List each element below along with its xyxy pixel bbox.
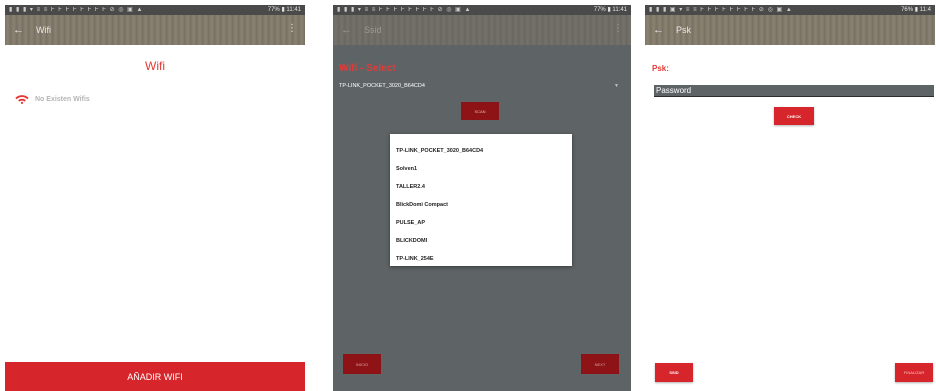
status-bar: ▮ ▮ ▮ ▣ ▾ ≡ ≡ F F F F F F F F ⊘ ◎ ▣ ▲ 76… [645, 5, 935, 15]
battery-icon: ▮ [914, 7, 919, 13]
more-vert-icon[interactable]: ⋮ [613, 23, 623, 34]
network-select[interactable]: TP-LINK_POCKET_3020_B64CD4 ▼ [339, 83, 625, 89]
clock: 11:41 [286, 7, 301, 13]
network-item[interactable]: TALLER2.4 [390, 178, 572, 196]
page-title: Wifi - Select [339, 63, 396, 74]
empty-state: No Existen Wifis [15, 94, 90, 104]
appbar-title: Wifi [36, 25, 51, 35]
wifi-icon [15, 95, 29, 104]
notification-icons: ▮ ▮ ▮ ▾ ≡ ≡ F F F F F F F F ⊘ ◎ ▣ ▲ [337, 7, 472, 13]
clock: 11:41 [612, 7, 627, 13]
app-bar: ← Wifi ⋮ [5, 15, 305, 45]
notification-icons: ▮ ▮ ▮ ▣ ▾ ≡ ≡ F F F F F F F F ⊘ ◎ ▣ ▲ [649, 7, 793, 13]
inicio-button[interactable]: INICIO [343, 354, 381, 374]
notification-icons: ▮ ▮ ▮ ▾ ≡ ≡ F F F F F F F F ⊘ ◎ ▣ ▲ [9, 7, 144, 13]
battery-level: 76% [901, 7, 914, 13]
network-list-dialog: TP-LINK_POCKET_3020_B64CD4 Solven1 TALLE… [390, 134, 572, 266]
app-bar: ← Psk [645, 15, 935, 45]
status-right: 76% ▮ 11:4 [901, 5, 931, 15]
wifi-screen: ▮ ▮ ▮ ▾ ≡ ≡ F F F F F F F F ⊘ ◎ ▣ ▲ 77% … [5, 5, 305, 391]
empty-state-text: No Existen Wifis [35, 95, 90, 103]
network-item[interactable]: BlickDomi Compact [390, 196, 572, 214]
arrow-left-icon[interactable]: ← [341, 24, 352, 36]
clock: 11:4 [919, 7, 931, 13]
next-button[interactable]: NEXT [581, 354, 619, 374]
finalizar-button[interactable]: FINALIZAR [895, 363, 933, 382]
check-button[interactable]: CHECK [774, 107, 814, 125]
more-vert-icon[interactable]: ⋮ [287, 23, 297, 34]
network-item[interactable]: BLICKDOMI [390, 232, 572, 250]
status-right: 77% ▮ 11:41 [594, 5, 627, 15]
arrow-left-icon[interactable]: ← [653, 24, 664, 36]
network-item[interactable]: Solven1 [390, 160, 572, 178]
password-field[interactable] [654, 85, 934, 97]
psk-screen: ▮ ▮ ▮ ▣ ▾ ≡ ≡ F F F F F F F F ⊘ ◎ ▣ ▲ 76… [645, 5, 935, 391]
arrow-left-icon[interactable]: ← [13, 24, 24, 36]
network-item[interactable]: TP-LINK_POCKET_3020_B64CD4 [390, 142, 572, 160]
battery-icon: ▮ [607, 7, 611, 13]
add-wifi-button[interactable]: AÑADIR WIFI [5, 362, 305, 391]
psk-label: Psk: [652, 64, 669, 73]
status-bar: ▮ ▮ ▮ ▾ ≡ ≡ F F F F F F F F ⊘ ◎ ▣ ▲ 77% … [5, 5, 305, 15]
selected-network: TP-LINK_POCKET_3020_B64CD4 [339, 83, 425, 89]
ssid-screen: ▮ ▮ ▮ ▾ ≡ ≡ F F F F F F F F ⊘ ◎ ▣ ▲ 77% … [333, 5, 631, 391]
network-item[interactable]: TP-LINK_254E [390, 250, 572, 268]
battery-level: 77% [593, 7, 606, 13]
caret-down-icon: ▼ [614, 83, 619, 89]
page-title: Wifi [145, 59, 165, 73]
ssid-button[interactable]: SSID [655, 363, 693, 382]
battery-icon: ▮ [281, 7, 285, 13]
status-right: 77% ▮ 11:41 [268, 5, 301, 15]
appbar-title: Psk [676, 25, 692, 35]
network-item[interactable]: PULSE_AP [390, 214, 572, 232]
scan-button[interactable]: SCAN [461, 102, 499, 120]
battery-level: 77% [267, 7, 280, 13]
app-bar: ← Ssid ⋮ [333, 15, 631, 45]
status-bar: ▮ ▮ ▮ ▾ ≡ ≡ F F F F F F F F ⊘ ◎ ▣ ▲ 77% … [333, 5, 631, 15]
appbar-title: Ssid [364, 25, 382, 35]
